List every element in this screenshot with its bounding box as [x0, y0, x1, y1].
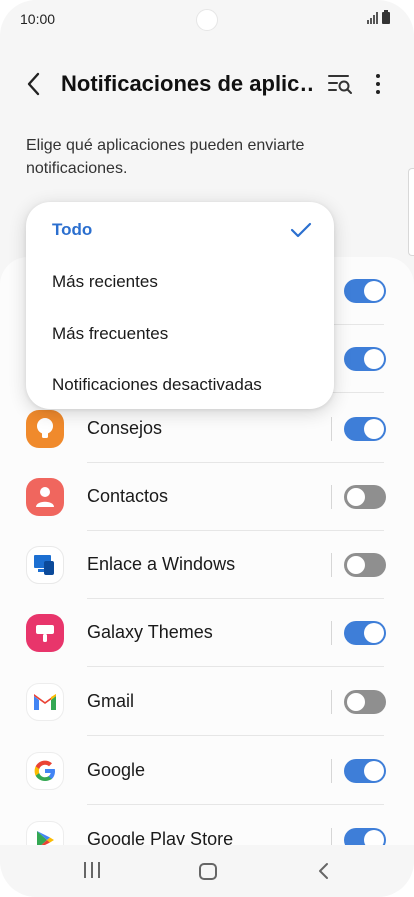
- divider: [331, 690, 332, 714]
- checkmark-icon: [290, 222, 312, 238]
- notification-toggle[interactable]: [344, 417, 386, 441]
- notification-toggle[interactable]: [344, 553, 386, 577]
- app-bar: Notificaciones de aplic…: [0, 58, 414, 110]
- signal-icon: [367, 12, 378, 24]
- app-name: Google: [87, 760, 146, 780]
- phone-screen: 10:00 Notificaciones de aplic… Elige qué…: [0, 0, 414, 897]
- app-name: Enlace a Windows: [87, 554, 236, 574]
- contacts-icon: [26, 478, 64, 516]
- app-name: Galaxy Themes: [87, 622, 213, 642]
- list-item[interactable]: Google: [0, 737, 414, 805]
- page-description: Elige qué aplicaciones pueden enviarte n…: [26, 137, 305, 177]
- divider: [87, 804, 384, 805]
- divider: [331, 417, 332, 441]
- galaxy-themes-icon: [26, 614, 64, 652]
- filter-option-label: Más frecuentes: [52, 324, 169, 343]
- app-name: Contactos: [87, 486, 169, 506]
- link-to-windows-icon: [26, 546, 64, 584]
- app-name: Gmail: [87, 691, 135, 711]
- page-title: Notificaciones de aplic…: [61, 71, 313, 96]
- divider: [87, 735, 384, 736]
- divider: [87, 666, 384, 667]
- battery-icon: [382, 10, 390, 24]
- filter-option-label: Todo: [52, 220, 93, 239]
- divider: [331, 621, 332, 645]
- filter-option-label: Notificaciones desactivadas: [52, 375, 262, 394]
- navigation-bar: [0, 845, 414, 897]
- status-bar: 10:00: [0, 0, 414, 38]
- divider: [331, 485, 332, 509]
- scroll-handle[interactable]: [408, 168, 414, 256]
- app-name: Consejos: [87, 418, 163, 438]
- more-options-icon[interactable]: [366, 70, 390, 98]
- status-time: 10:00: [20, 11, 56, 27]
- notification-toggle[interactable]: [344, 347, 386, 371]
- list-item[interactable]: Enlace a Windows: [0, 531, 414, 599]
- list-item[interactable]: Gmail: [0, 668, 414, 736]
- status-icons: [367, 10, 390, 24]
- filter-option-all[interactable]: Todo: [26, 204, 334, 256]
- notification-toggle[interactable]: [344, 279, 386, 303]
- notification-toggle[interactable]: [344, 485, 386, 509]
- gmail-icon: [26, 683, 64, 721]
- filter-option-frequent[interactable]: Más frecuentes: [26, 308, 334, 360]
- nav-back-icon[interactable]: [314, 861, 334, 881]
- filter-option-label: Más recientes: [52, 272, 158, 291]
- home-icon[interactable]: [199, 863, 217, 880]
- filter-dropdown-menu: Todo Más recientes Más frecuentes Notifi…: [26, 202, 334, 409]
- google-icon: [26, 752, 64, 790]
- notification-toggle[interactable]: [344, 690, 386, 714]
- front-camera: [196, 9, 218, 31]
- back-icon[interactable]: [20, 70, 48, 98]
- search-filter-icon[interactable]: [326, 70, 354, 98]
- list-item[interactable]: Galaxy Themes: [0, 599, 414, 667]
- divider: [331, 553, 332, 577]
- filter-option-disabled[interactable]: Notificaciones desactivadas: [26, 359, 334, 411]
- divider: [331, 759, 332, 783]
- notification-toggle[interactable]: [344, 621, 386, 645]
- notification-toggle[interactable]: [344, 759, 386, 783]
- list-item[interactable]: Contactos: [0, 463, 414, 531]
- recent-apps-icon[interactable]: [84, 862, 102, 880]
- tips-lightbulb-icon: [26, 410, 64, 448]
- filter-option-recent[interactable]: Más recientes: [26, 256, 334, 308]
